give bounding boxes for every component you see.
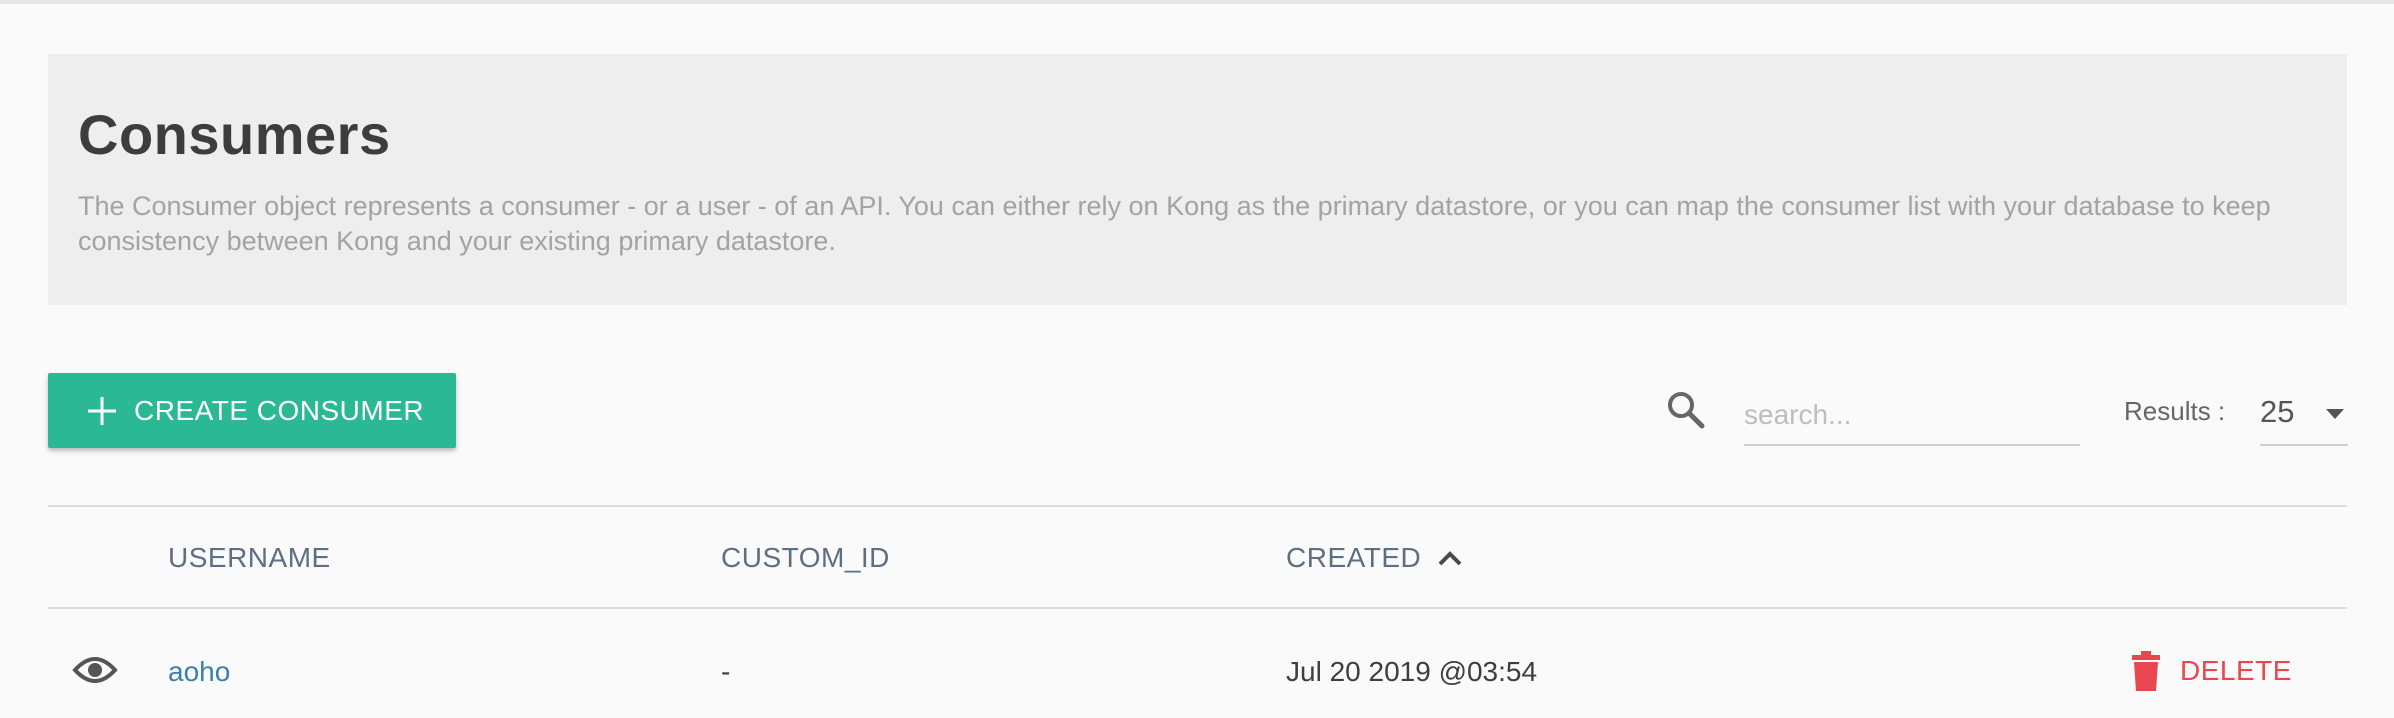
search-icon[interactable] (1666, 390, 1706, 430)
page-header: Consumers The Consumer object represents… (48, 54, 2347, 305)
custom-id-cell: - (721, 656, 731, 687)
delete-button[interactable]: DELETE (2130, 651, 2292, 691)
column-header-username[interactable]: USERNAME (168, 542, 331, 574)
username-link[interactable]: aoho (168, 656, 230, 688)
page-title: Consumers (78, 103, 391, 166)
trash-icon (2130, 651, 2162, 691)
results-per-page-select[interactable]: 25 (2260, 386, 2348, 446)
eye-icon[interactable] (72, 652, 118, 688)
table-top-divider (48, 505, 2347, 507)
column-header-created[interactable]: CREATED (1286, 542, 1421, 574)
create-consumer-label: CREATE CONSUMER (134, 394, 425, 426)
plus-icon (88, 396, 116, 425)
sort-up-icon[interactable] (1434, 546, 1466, 570)
results-value: 25 (2260, 394, 2295, 429)
results-label: Results : (2124, 396, 2226, 426)
page-description: The Consumer object represents a consume… (78, 191, 2271, 256)
top-border (0, 0, 2394, 4)
column-header-custom-id[interactable]: CUSTOM_ID (721, 542, 890, 574)
search-input[interactable] (1744, 386, 2080, 446)
created-cell: Jul 20 2019 @03:54 (1286, 656, 1538, 687)
create-consumer-button[interactable]: CREATE CONSUMER (48, 373, 456, 448)
chevron-down-icon (2326, 408, 2344, 420)
delete-label: DELETE (2180, 655, 2292, 686)
table-header-divider (48, 607, 2347, 609)
